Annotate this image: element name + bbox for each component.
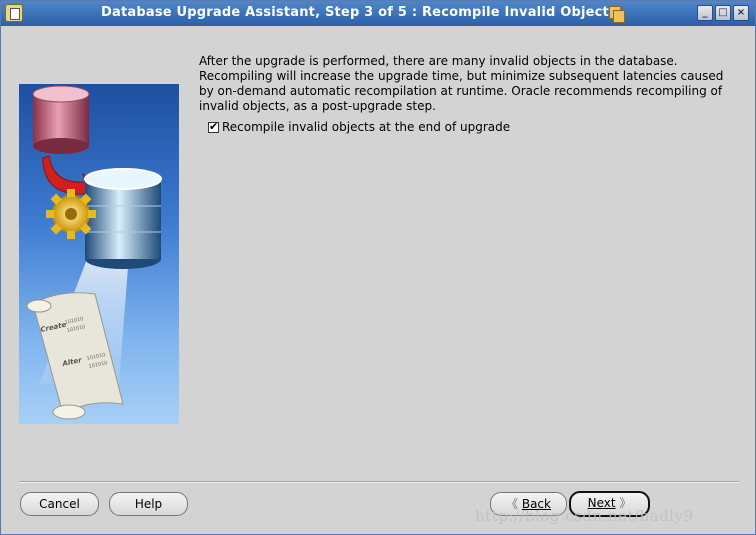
database-upgrade-illustration: Create Alter 101010 101010 101010 101010 [19, 84, 179, 424]
recompile-option[interactable]: Recompile invalid objects at the end of … [208, 120, 510, 134]
app-icon[interactable] [5, 4, 23, 22]
help-button-label: Help [134, 497, 163, 511]
watermark-text: http://blog.csdn.net/badly9 [475, 507, 694, 525]
step-description: After the upgrade is performed, there ar… [199, 54, 739, 114]
button-separator [19, 481, 739, 483]
recompile-checkbox[interactable] [208, 120, 219, 133]
minimize-button[interactable]: _ [697, 5, 713, 21]
source-database-icon [32, 85, 90, 154]
target-database-icon [84, 168, 162, 269]
dialog-content: Create Alter 101010 101010 101010 101010… [1, 26, 755, 534]
illustration-svg: Create Alter 101010 101010 101010 101010 [26, 85, 162, 420]
title-bar[interactable]: Database Upgrade Assistant, Step 3 of 5 … [1, 1, 755, 26]
maximize-button[interactable]: □ [715, 5, 731, 21]
overlapping-windows-icon [607, 6, 625, 23]
window-title: Database Upgrade Assistant, Step 3 of 5 … [101, 5, 609, 20]
dbua-window: Database Upgrade Assistant, Step 3 of 5 … [0, 0, 756, 535]
gear-icon [46, 189, 96, 239]
description-text: After the upgrade is performed, there ar… [199, 54, 724, 113]
help-button[interactable]: Help [109, 492, 188, 516]
recompile-checkbox-label[interactable]: Recompile invalid objects at the end of … [222, 120, 510, 134]
cancel-button-label: Cancel [39, 497, 80, 511]
close-button[interactable]: × [733, 5, 749, 21]
cancel-button[interactable]: Cancel [20, 492, 99, 516]
